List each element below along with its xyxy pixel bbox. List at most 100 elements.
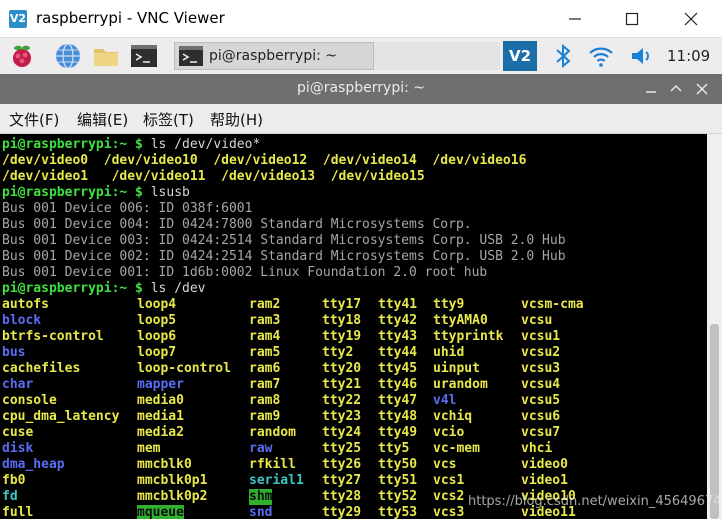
terminal-launcher-icon[interactable]: [130, 42, 158, 70]
taskbar-empty-area: [374, 42, 500, 70]
maximize-button[interactable]: [617, 6, 647, 32]
wifi-icon[interactable]: [587, 42, 615, 70]
dev-entry: vcsm-cma: [521, 297, 584, 312]
bluetooth-icon[interactable]: [551, 42, 579, 70]
dev-entry: tty45: [378, 361, 418, 376]
dev-entry: tty22: [322, 393, 362, 408]
dev-entry: ram6: [249, 361, 281, 376]
dev-entry: cuse: [2, 425, 34, 440]
dev-entry: media2: [137, 425, 184, 440]
dev-entry: video0: [521, 457, 568, 472]
dev-entry: vcs1: [433, 473, 465, 488]
terminal-menubar: 文件(F) 编辑(E) 标签(T) 帮助(H): [0, 104, 722, 134]
dev-entry: disk: [2, 441, 34, 456]
dev-entry: vcsu6: [521, 409, 561, 424]
menu-help[interactable]: 帮助(H): [210, 109, 263, 130]
dev-entry: loop7: [137, 345, 177, 360]
vnc-titlebar: V2 raspberrypi - VNC Viewer: [0, 0, 722, 38]
dev-entry: tty2: [322, 345, 354, 360]
output-line: /dev/video1 /dev/video11 /dev/video13 /d…: [2, 169, 425, 185]
minimize-icon: [569, 18, 581, 20]
dev-entry: vcs: [433, 457, 457, 472]
dev-entry: vcs3: [433, 505, 465, 519]
clock[interactable]: 11:09: [667, 47, 710, 65]
dev-entry: tty44: [378, 345, 418, 360]
dev-entry: loop5: [137, 313, 177, 328]
terminal-scrollbar[interactable]: [707, 134, 722, 519]
dev-entry: ttyprintk: [433, 329, 504, 344]
dev-entry: tty52: [378, 489, 418, 504]
minimize-button[interactable]: [560, 6, 590, 32]
dev-entry: tty23: [322, 409, 362, 424]
dev-entry: autofs: [2, 297, 49, 312]
command-text: ls /dev: [150, 281, 206, 296]
dev-entry: media1: [137, 409, 184, 424]
dev-entry: full: [2, 505, 34, 519]
prompt: pi@raspberrypi:~ $: [2, 185, 143, 200]
dev-entry: block: [2, 313, 42, 328]
dev-entry: tty50: [378, 457, 418, 472]
dev-entry: tty29: [322, 505, 362, 519]
dev-entry: cpu_dma_latency: [2, 409, 120, 424]
dev-entry: vcsu1: [521, 329, 561, 344]
dev-entry: mmcblk0p2: [137, 489, 208, 504]
menu-edit[interactable]: 编辑(E): [77, 109, 128, 130]
dev-entry: ram3: [249, 313, 281, 328]
video-device: /dev/video11: [111, 169, 206, 184]
watermark: https://blog.csdn.net/weixin_45649674: [468, 494, 722, 509]
file-manager-icon[interactable]: [92, 42, 120, 70]
raspberry-menu-icon[interactable]: [8, 42, 36, 70]
dev-entry: vhci: [521, 441, 553, 456]
vnc-server-tray-icon[interactable]: V2: [503, 41, 537, 71]
terminal-titlebar: pi@raspberrypi: ~: [0, 74, 722, 104]
dev-entry: random: [249, 425, 296, 440]
dev-entry: console: [2, 393, 57, 408]
dev-entry: uinput: [433, 361, 480, 376]
dev-entry: tty53: [378, 505, 418, 519]
dev-entry: char: [2, 377, 34, 392]
dev-entry: ram7: [249, 377, 281, 392]
dev-entry: v4l: [433, 393, 457, 408]
dev-entry: tty27: [322, 473, 362, 488]
dev-entry: mqueue: [137, 505, 184, 519]
dev-entry: vcsu3: [521, 361, 561, 376]
dev-entry: loop4: [137, 297, 177, 312]
volume-icon[interactable]: [627, 42, 655, 70]
dev-entry: uhid: [433, 345, 465, 360]
dev-entry: tty24: [322, 425, 362, 440]
command-text: lsusb: [150, 185, 190, 200]
output-line: Bus 001 Device 001: ID 1d6b:0002 Linux F…: [2, 265, 488, 280]
output-line: /dev/video0 /dev/video10 /dev/video12 /d…: [2, 153, 526, 169]
prompt: pi@raspberrypi:~ $: [2, 281, 143, 296]
dev-entry: tty19: [322, 329, 362, 344]
output-line: Bus 001 Device 002: ID 0424:2514 Standar…: [2, 249, 566, 264]
close-button[interactable]: [676, 6, 706, 32]
dev-entry: bus: [2, 345, 26, 360]
video-device: /dev/video0: [2, 153, 89, 168]
dev-entry: ram5: [249, 345, 281, 360]
terminal-output[interactable]: pi@raspberrypi:~ $ ls /dev/video* /dev/v…: [0, 134, 707, 519]
dev-entry: mmcblk0p1: [137, 473, 208, 488]
menu-file[interactable]: 文件(F): [9, 109, 59, 130]
terminal-maximize-icon[interactable]: [668, 81, 684, 97]
dev-entry: vcsu5: [521, 393, 561, 408]
dev-entry: shm: [249, 489, 273, 505]
dev-entry: btrfs-control: [2, 329, 104, 344]
menu-tabs[interactable]: 标签(T): [143, 109, 194, 130]
dev-entry: fb0: [2, 473, 26, 488]
terminal-minimize-icon[interactable]: [643, 81, 659, 97]
video-device: /dev/video15: [330, 169, 425, 184]
dev-entry: tty51: [378, 473, 418, 488]
command-text: ls /dev/video*: [150, 137, 261, 152]
web-browser-icon[interactable]: [54, 42, 82, 70]
dev-entry: tty20: [322, 361, 362, 376]
dev-entry: vcsu2: [521, 345, 561, 360]
dev-entry: tty5: [378, 441, 410, 456]
video-device: /dev/video14: [322, 153, 417, 168]
terminal-close-icon[interactable]: [694, 81, 710, 97]
taskbar-terminal-task[interactable]: pi@raspberrypi: ~: [174, 42, 374, 70]
scrollbar-thumb[interactable]: [710, 324, 719, 519]
terminal-icon: [179, 46, 203, 66]
dev-entry: mapper: [137, 377, 184, 392]
maximize-icon: [625, 12, 639, 26]
